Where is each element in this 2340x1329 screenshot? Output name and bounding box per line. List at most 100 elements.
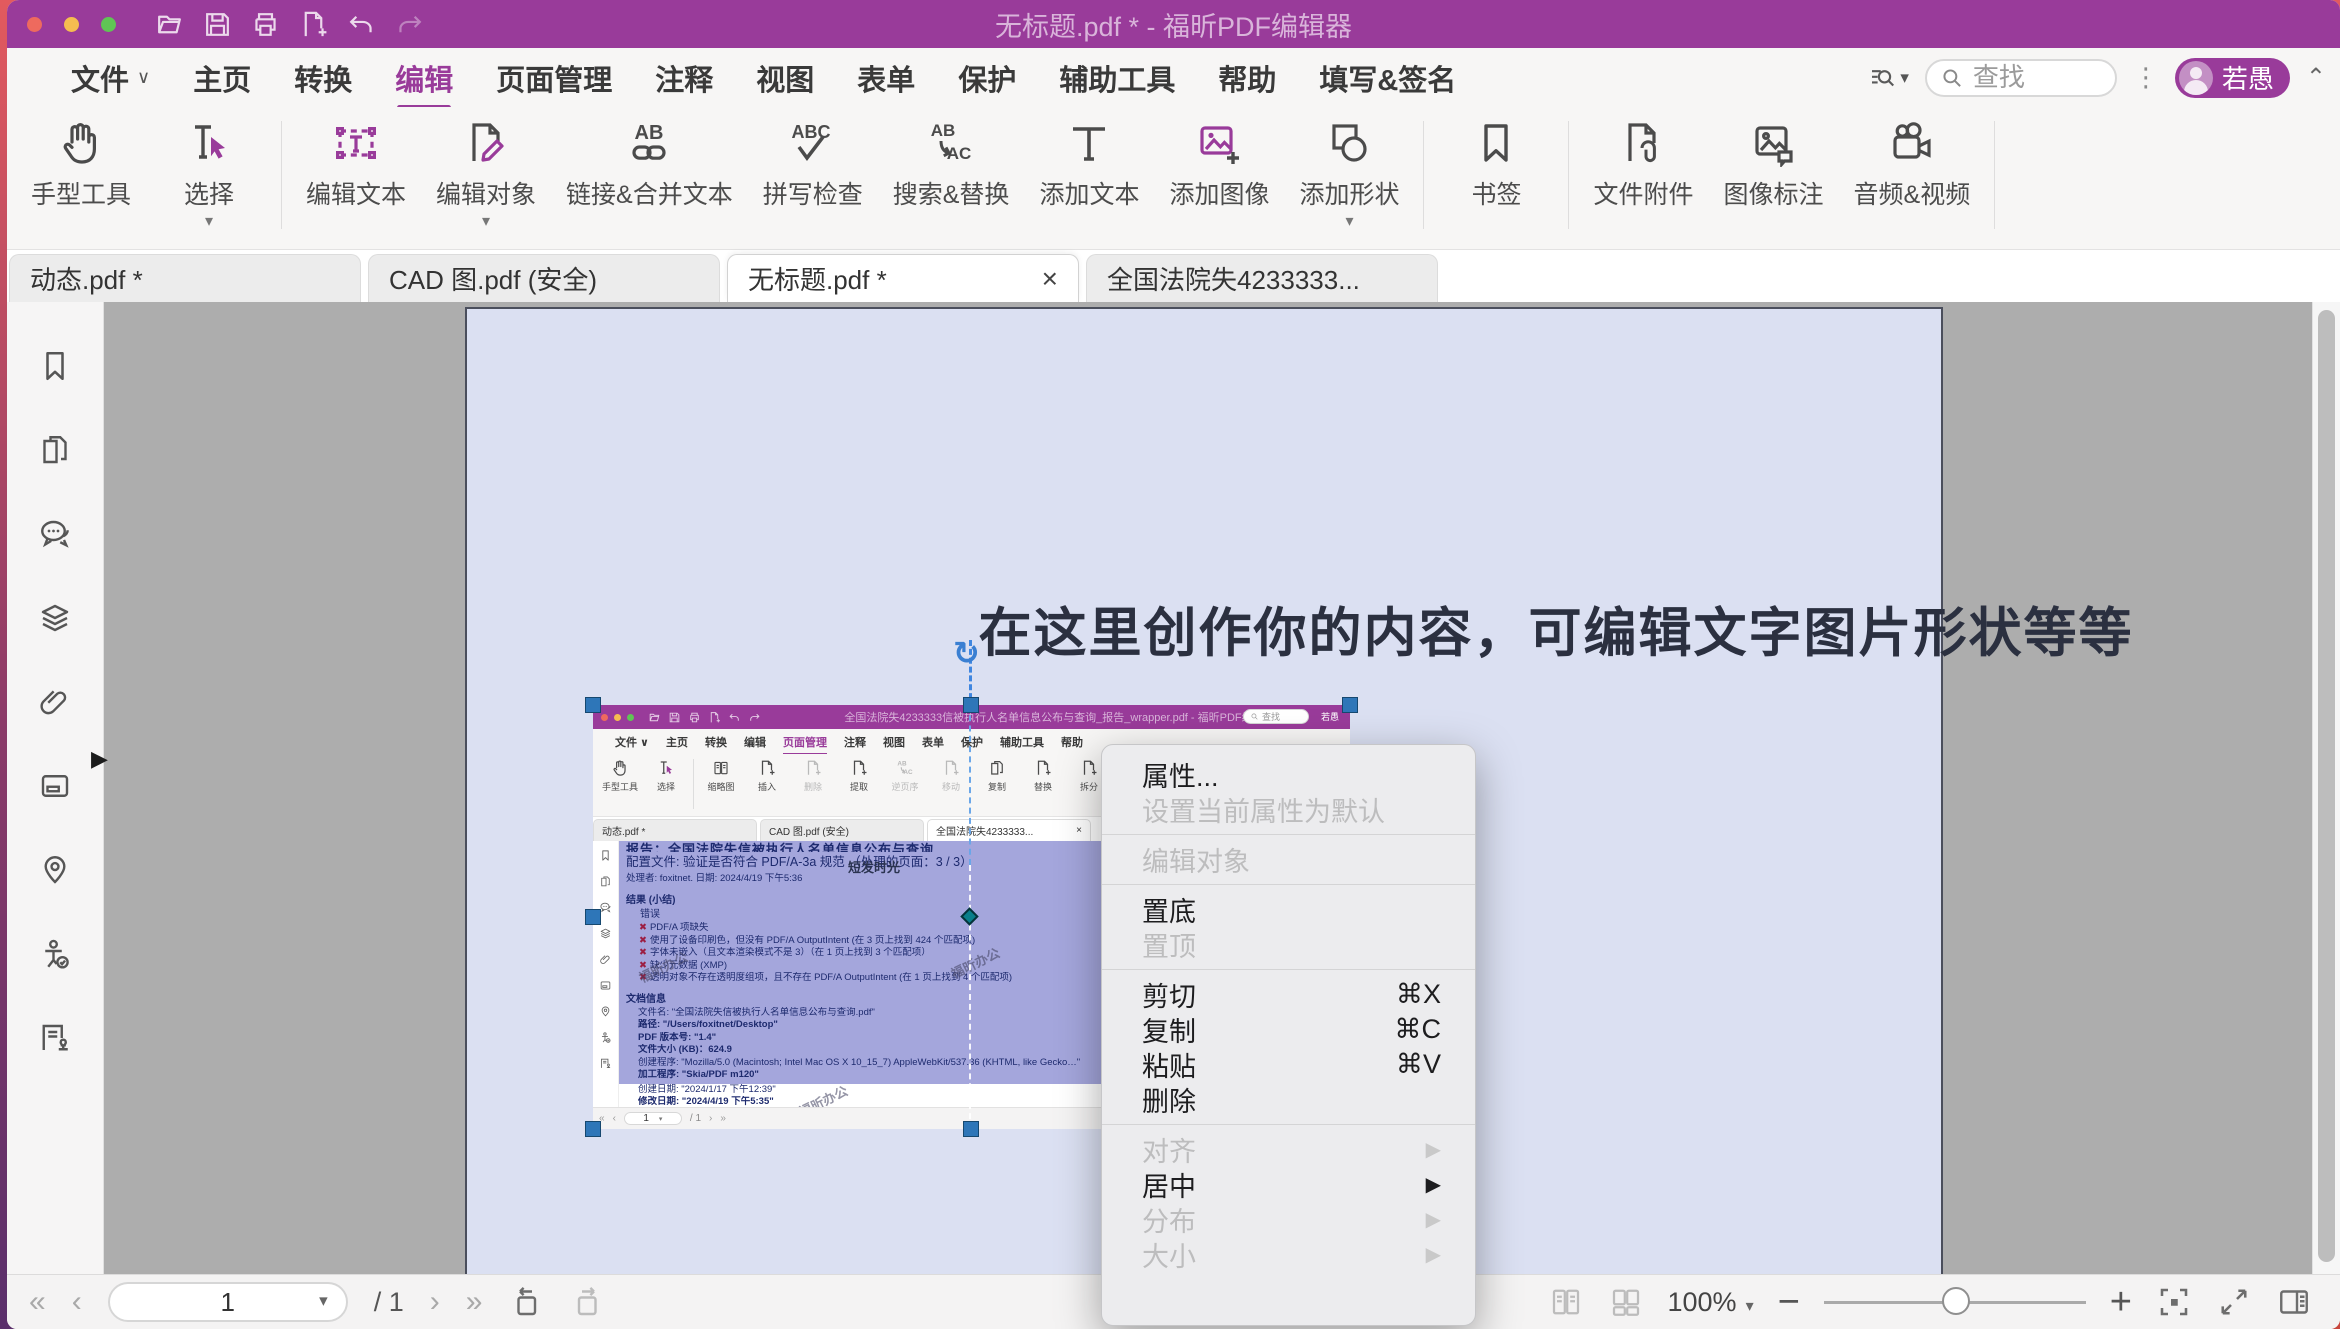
context-menu-item[interactable]: 删除 [1102,1082,1475,1117]
mini-ribbon-tab: 表单 [922,734,944,750]
last-page-button[interactable] [466,1285,483,1319]
resize-handle-s[interactable] [963,1121,979,1137]
collapse-toolbar-button[interactable] [2306,63,2326,92]
ribbon-tab[interactable]: 转换 [294,57,352,99]
edit-object-button[interactable]: 编辑对象 [436,119,536,233]
previous-view-button[interactable] [508,1284,544,1320]
mini-toolbar-button: 移动 [930,759,972,793]
resize-handle-n[interactable] [963,697,979,713]
chevron-down-icon [205,211,213,233]
first-page-button[interactable] [29,1285,46,1319]
file-attachment-button[interactable]: 文件附件 [1593,119,1693,233]
single-page-view-button[interactable] [1548,1284,1584,1320]
minimize-window-button[interactable] [64,17,79,32]
page-thumbnails-icon[interactable] [7,408,104,492]
attachments-panel-icon[interactable] [7,660,104,744]
link-join-text-button[interactable]: 链接&合并文本 [566,119,733,233]
image-annotation-button[interactable]: 图像标注 [1724,119,1824,233]
resize-handle-ne[interactable] [1342,697,1358,713]
add-shape-button[interactable]: 添加形状 [1299,119,1399,233]
context-menu-item[interactable]: 编辑对象 [1102,842,1475,877]
scrollbar-thumb[interactable] [2318,310,2335,1262]
edit-text-button[interactable]: 编辑文本 [306,119,406,233]
context-menu-item[interactable]: 设置当前属性为默认 [1102,792,1475,827]
page-heading-text[interactable]: 在这里创作你的内容，可编辑文字图片形状等等 [856,591,2256,667]
ribbon-tab[interactable]: 编辑 [395,57,453,99]
context-menu-item[interactable]: 粘贴⌘V [1102,1047,1475,1082]
context-menu-item[interactable]: 居中 [1102,1167,1475,1202]
add-image-button[interactable]: 添加图像 [1169,119,1269,233]
zoom-in-button[interactable] [2110,1281,2132,1324]
form-fields-panel-icon[interactable] [7,744,104,828]
doc-tab-active[interactable]: 无标题.pdf *× [727,254,1079,302]
comments-panel-icon[interactable] [7,492,104,576]
close-window-button[interactable] [27,17,42,32]
audio-video-button[interactable]: 音频&视频 [1854,119,1971,233]
bookmarks-panel-icon[interactable] [7,324,104,408]
previous-page-button[interactable] [72,1285,82,1319]
ribbon-tab[interactable]: 填写&签名 [1319,57,1456,99]
redo-icon[interactable] [394,9,425,40]
resize-handle-w[interactable] [585,909,601,925]
search-input[interactable] [1973,62,2083,93]
more-options-icon[interactable] [2133,62,2159,93]
zoom-out-button[interactable] [1778,1281,1800,1324]
destinations-panel-icon[interactable] [7,828,104,912]
doc-tab[interactable]: CAD 图.pdf (安全) [368,254,720,302]
expand-panel-arrow[interactable] [91,746,108,772]
zoom-slider-knob[interactable] [1942,1287,1970,1315]
new-document-icon[interactable] [298,9,329,40]
context-menu-item[interactable]: 属性... [1102,757,1475,792]
context-menu-item[interactable]: 置底 [1102,892,1475,927]
close-tab-icon[interactable]: × [1042,263,1058,295]
next-view-button[interactable] [570,1284,606,1320]
context-menu-item[interactable]: 分布 [1102,1202,1475,1237]
spell-check-button[interactable]: 拼写检查 [763,119,863,233]
zoom-window-button[interactable] [101,17,116,32]
ribbon-tab[interactable]: 视图 [756,57,814,99]
add-text-button[interactable]: 添加文本 [1039,119,1139,233]
page-number-input[interactable]: 1 [108,1282,348,1322]
hand-tool-button[interactable]: 手型工具 [31,119,131,233]
ribbon-tab[interactable]: 表单 [857,57,915,99]
context-menu-item[interactable]: 对齐 [1102,1132,1475,1167]
zoom-slider[interactable] [1824,1284,2086,1320]
signatures-panel-icon[interactable] [7,996,104,1080]
layers-panel-icon[interactable] [7,576,104,660]
context-menu-item[interactable]: 大小 [1102,1237,1475,1272]
zoom-level-dropdown[interactable]: 100% [1668,1287,1754,1318]
ribbon-tab[interactable]: 辅助工具 [1059,57,1175,99]
ribbon-tab[interactable]: 页面管理 [496,57,612,99]
layers-panel-icon [599,927,612,940]
context-menu-item[interactable]: 剪切⌘X [1102,977,1475,1012]
facing-page-view-button[interactable] [1608,1284,1644,1320]
context-menu-item[interactable]: 置顶 [1102,927,1475,962]
ribbon-tab[interactable]: 帮助 [1218,57,1276,99]
fullscreen-button[interactable] [2216,1284,2252,1320]
ribbon-tab[interactable]: 注释 [655,57,713,99]
open-file-icon[interactable] [154,9,185,40]
resize-handle-sw[interactable] [585,1121,601,1137]
doc-tab[interactable]: 动态.pdf * [9,254,361,302]
vertical-scrollbar[interactable] [2312,302,2340,1274]
next-page-button[interactable] [430,1285,440,1319]
ribbon-tab[interactable]: 文件 [71,57,150,99]
rotate-handle-icon[interactable] [953,634,980,672]
search-replace-button[interactable]: 搜索&替换 [893,119,1010,233]
reading-panel-button[interactable] [2276,1284,2312,1320]
user-account-button[interactable]: 若愚 [2175,58,2290,98]
select-tool-button[interactable]: 选择 [161,119,257,233]
accessibility-panel-icon[interactable] [7,912,104,996]
save-icon[interactable] [202,9,233,40]
print-icon[interactable] [250,9,281,40]
resize-handle-nw[interactable] [585,697,601,713]
doc-tab[interactable]: 全国法院失4233333... [1086,254,1438,302]
ribbon-tab[interactable]: 主页 [193,57,251,99]
fit-page-button[interactable] [2156,1284,2192,1320]
context-menu-item[interactable]: 复制⌘C [1102,1012,1475,1047]
bookmark-button[interactable]: 书签 [1448,119,1544,233]
undo-icon[interactable] [346,9,377,40]
advanced-search-button[interactable] [1867,63,1909,93]
search-box[interactable] [1925,59,2117,97]
ribbon-tab[interactable]: 保护 [958,57,1016,99]
